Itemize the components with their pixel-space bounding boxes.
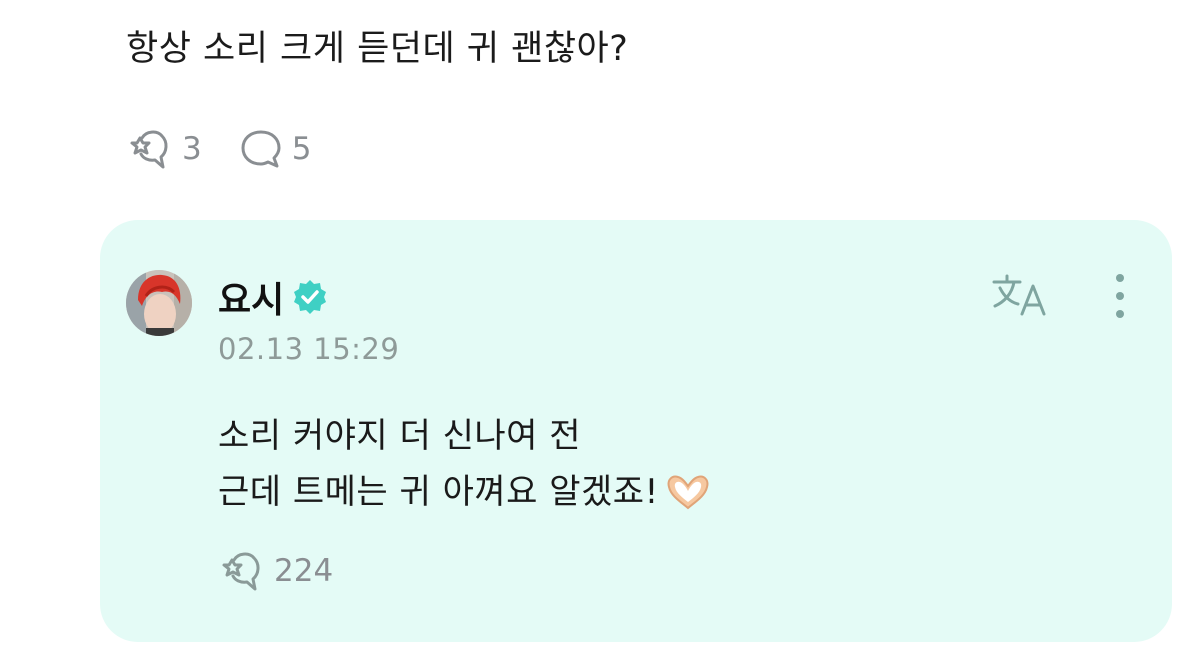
verified-badge-icon: [290, 277, 330, 317]
comment-thread-page: 항상 소리 크게 듣던데 귀 괜찮아? 3 5 요시 02.13 15:29 소…: [0, 0, 1200, 672]
comment-bubble-icon: [236, 124, 286, 174]
avatar[interactable]: [126, 270, 192, 336]
post-reaction-count: 3: [182, 131, 202, 167]
post-comment-count: 5: [291, 131, 312, 167]
post-comment-button[interactable]: 5: [236, 124, 312, 174]
reply-line: 근데 트메는 귀 아껴요 알겠죠!: [218, 464, 713, 520]
author-name[interactable]: 요시: [218, 271, 284, 323]
translate-button[interactable]: [990, 270, 1054, 322]
post-actions: 3 5: [126, 124, 311, 174]
reply-actions: 224: [218, 546, 333, 596]
reaction-icon: [126, 124, 176, 174]
heart-hands-emoji-icon: [663, 472, 713, 512]
reply-line-text: 소리 커야지 더 신나여 전: [218, 416, 582, 456]
reply-line: 소리 커야지 더 신나여 전: [218, 408, 713, 464]
artist-reply-card: 요시 02.13 15:29 소리 커야지 더 신나여 전 근데 트메는 귀 아…: [100, 220, 1172, 642]
more-vertical-icon: [1104, 274, 1136, 326]
reply-reaction-count: 224: [274, 553, 334, 589]
translate-icon: [990, 274, 1054, 326]
more-options-button[interactable]: [1104, 270, 1136, 322]
reaction-icon: [218, 546, 268, 596]
post-text: 항상 소리 크게 듣던데 귀 괜찮아?: [126, 29, 629, 69]
post-reaction-button[interactable]: 3: [126, 124, 202, 174]
reply-timestamp: 02.13 15:29: [218, 332, 400, 366]
reply-reaction-button[interactable]: 224: [218, 546, 333, 596]
author-row: 요시: [218, 272, 330, 322]
reply-body: 소리 커야지 더 신나여 전 근데 트메는 귀 아껴요 알겠죠!: [218, 408, 713, 520]
reply-line-text: 근데 트메는 귀 아껴요 알겠죠!: [218, 472, 659, 512]
